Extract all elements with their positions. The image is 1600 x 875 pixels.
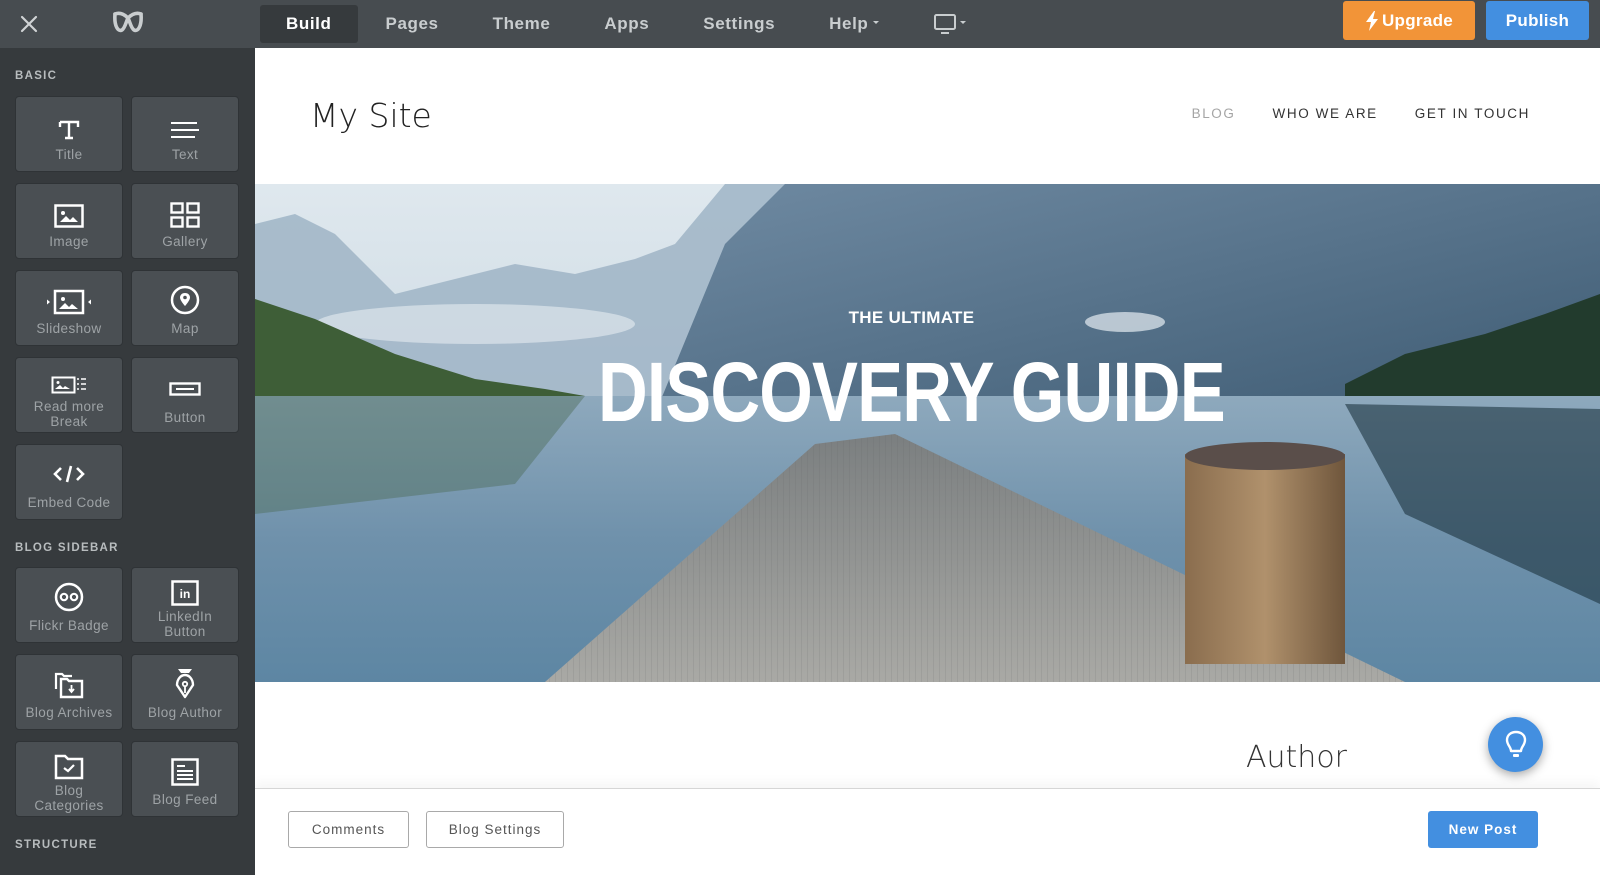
publish-button[interactable]: Publish (1486, 1, 1589, 40)
close-editor-button[interactable] (14, 9, 44, 39)
toolbar-left (0, 0, 255, 48)
element-flickr-badge[interactable]: Flickr Badge (15, 567, 123, 643)
author-heading[interactable]: Author (1246, 740, 1347, 775)
tab-help-label: Help (829, 14, 869, 33)
element-gallery[interactable]: Gallery (131, 183, 239, 259)
tab-build[interactable]: Build (260, 5, 358, 43)
element-linkedin-label: LinkedIn Button (157, 609, 213, 639)
new-post-label: New Post (1448, 822, 1518, 837)
site-nav-who-we-are[interactable]: WHO WE ARE (1273, 106, 1378, 121)
svg-text:in: in (180, 587, 191, 601)
device-preview-toggle[interactable] (927, 5, 972, 43)
tab-build-label: Build (286, 14, 332, 33)
element-read-more-break[interactable]: Read more Break (15, 357, 123, 433)
tab-theme-label: Theme (492, 14, 551, 33)
help-tips-button[interactable] (1488, 717, 1543, 772)
element-embed-code[interactable]: Embed Code (15, 444, 123, 520)
hero-kicker[interactable]: THE ULTIMATE (255, 308, 1568, 328)
element-title-label: Title (55, 147, 83, 162)
editor-nav-tabs: Build Pages Theme Apps Settings Help (260, 0, 972, 48)
upgrade-button[interactable]: Upgrade (1343, 1, 1475, 40)
new-post-button[interactable]: New Post (1428, 811, 1538, 848)
blog-bottom-bar: Comments Blog Settings New Post (255, 788, 1600, 875)
element-gallery-label: Gallery (162, 234, 208, 249)
title-T-icon (57, 105, 81, 141)
map-pin-icon (170, 279, 200, 315)
tab-pages-label: Pages (385, 14, 439, 33)
weebly-logo-icon (113, 11, 143, 33)
comments-label: Comments (311, 822, 386, 837)
element-flickr-label: Flickr Badge (29, 618, 109, 633)
element-button-label: Button (164, 410, 206, 425)
flickr-icon (54, 576, 84, 612)
section-label-blog-sidebar: BLOG SIDEBAR (15, 542, 119, 554)
archive-folders-icon (54, 663, 84, 699)
element-image[interactable]: Image (15, 183, 123, 259)
element-text-label: Text (171, 147, 199, 162)
blog-settings-label: Blog Settings (448, 822, 542, 837)
tab-help[interactable]: Help (803, 5, 905, 43)
section-label-basic: BASIC (15, 70, 58, 82)
tab-theme[interactable]: Theme (467, 5, 577, 43)
element-text[interactable]: Text (131, 96, 239, 172)
site-nav-blog[interactable]: BLOG (1192, 106, 1236, 121)
element-blog-feed[interactable]: Blog Feed (131, 741, 239, 817)
comments-button[interactable]: Comments (288, 811, 409, 848)
site-header: My Site BLOG WHO WE ARE GET IN TOUCH (255, 48, 1600, 184)
feed-document-icon (171, 750, 199, 786)
element-button[interactable]: Button (131, 357, 239, 433)
blog-settings-button[interactable]: Blog Settings (426, 811, 564, 848)
tab-pages[interactable]: Pages (360, 5, 465, 43)
top-toolbar: Build Pages Theme Apps Settings Help Upg… (0, 0, 1600, 48)
element-blog-categories[interactable]: Blog Categories (15, 741, 123, 817)
element-blog-categories-label: Blog Categories (34, 783, 104, 813)
element-map[interactable]: Map (131, 270, 239, 346)
site-nav-get-in-touch[interactable]: GET IN TOUCH (1415, 106, 1530, 121)
chevron-down-icon (873, 20, 880, 24)
tab-apps-label: Apps (604, 14, 650, 33)
element-slideshow[interactable]: Slideshow (15, 270, 123, 346)
lightbulb-icon (1505, 730, 1526, 757)
tab-settings-label: Settings (703, 14, 776, 33)
element-blog-feed-label: Blog Feed (152, 792, 218, 807)
section-label-structure: STRUCTURE (15, 839, 98, 851)
chevron-down-icon (960, 20, 967, 24)
pen-nib-icon (173, 663, 197, 699)
tab-apps[interactable]: Apps (578, 5, 675, 43)
publish-label: Publish (1505, 10, 1570, 30)
gallery-grid-icon (170, 192, 200, 228)
hero-banner[interactable]: THE ULTIMATE DISCOVERY GUIDE (255, 184, 1600, 682)
element-read-more-label: Read more Break (33, 399, 105, 429)
element-title[interactable]: Title (15, 96, 123, 172)
tab-settings[interactable]: Settings (677, 5, 801, 43)
element-blog-author[interactable]: Blog Author (131, 654, 239, 730)
lightning-bolt-icon (1365, 10, 1378, 31)
element-image-label: Image (49, 234, 89, 249)
desktop-monitor-icon (934, 14, 957, 34)
site-canvas: My Site BLOG WHO WE ARE GET IN TOUCH THE… (255, 48, 1600, 875)
element-blog-author-label: Blog Author (147, 705, 223, 720)
element-slideshow-label: Slideshow (36, 321, 102, 336)
read-more-icon (51, 362, 87, 396)
hero-title[interactable]: DISCOVERY GUIDE (373, 344, 1450, 440)
site-title[interactable]: My Site (310, 96, 432, 135)
code-icon (53, 453, 85, 483)
site-nav: BLOG WHO WE ARE GET IN TOUCH (1155, 106, 1530, 121)
folder-check-icon (54, 746, 84, 780)
element-blog-archives[interactable]: Blog Archives (15, 654, 123, 730)
element-linkedin-button[interactable]: in LinkedIn Button (131, 567, 239, 643)
text-lines-icon (170, 105, 200, 141)
elements-sidebar: BASIC Title Text Image Gallery Slideshow (0, 48, 255, 875)
button-icon (169, 366, 201, 396)
element-map-label: Map (171, 321, 199, 336)
element-embed-code-label: Embed Code (27, 495, 111, 510)
weebly-logo[interactable] (112, 8, 146, 38)
element-blog-archives-label: Blog Archives (25, 705, 113, 720)
close-icon (20, 15, 38, 33)
slideshow-icon (46, 279, 92, 315)
linkedin-icon: in (171, 572, 199, 606)
upgrade-label: Upgrade (1381, 10, 1454, 30)
image-icon (54, 192, 84, 228)
